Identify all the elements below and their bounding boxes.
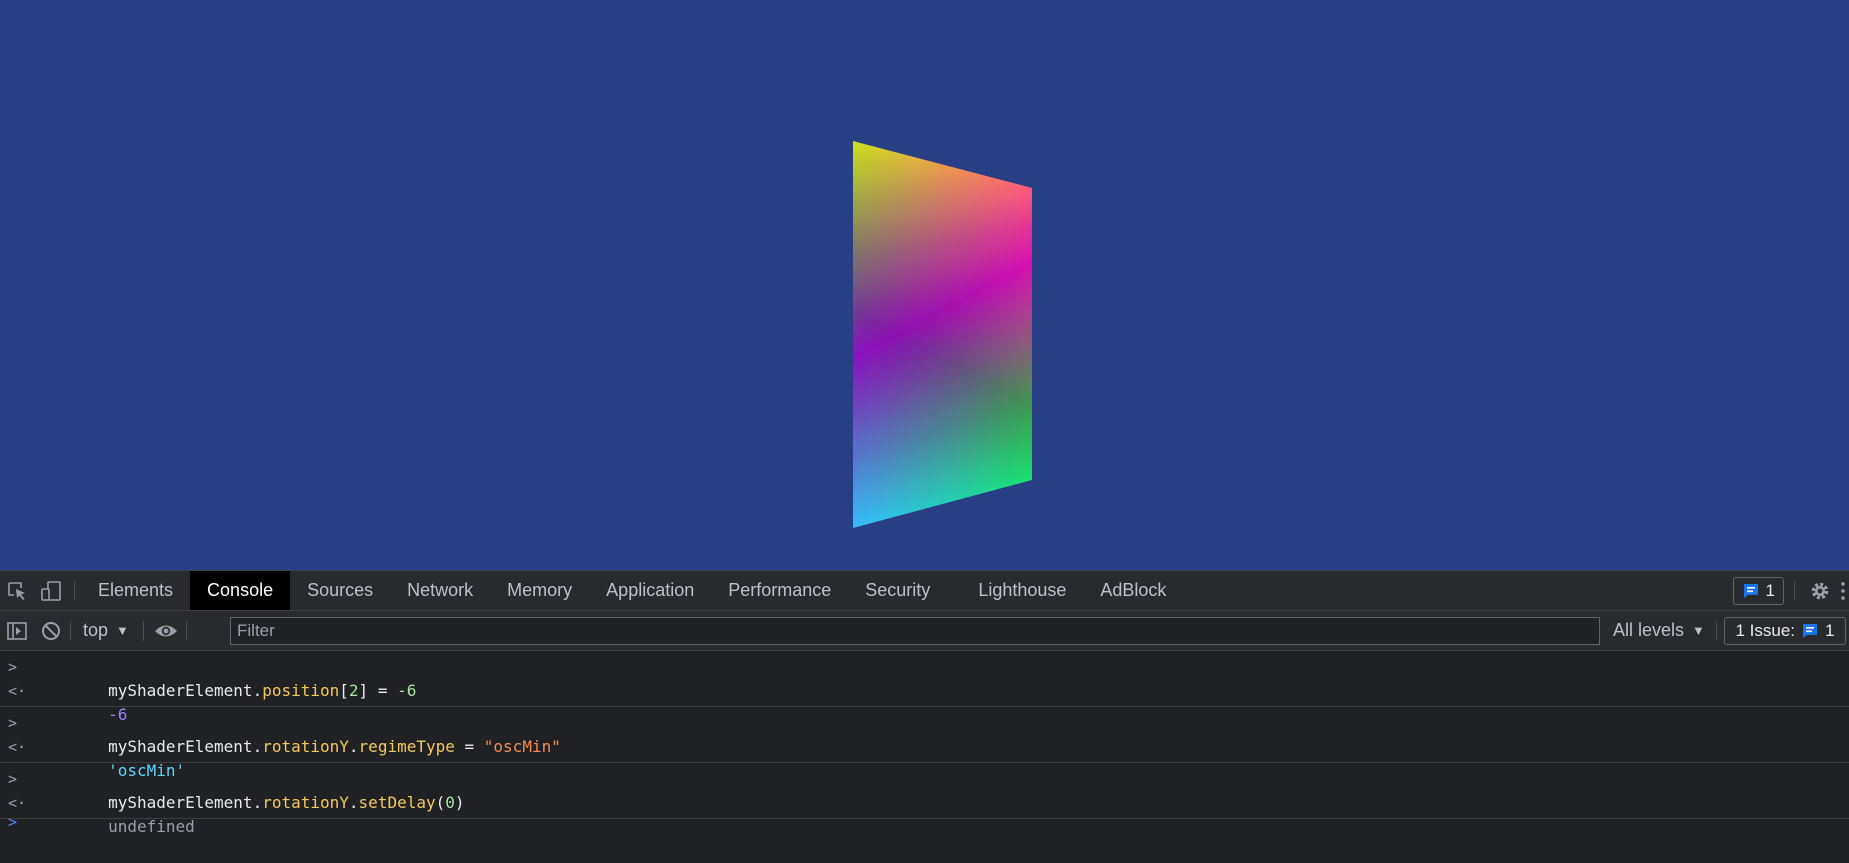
result-arrow-icon: <· bbox=[8, 794, 27, 812]
console-filter-input[interactable] bbox=[230, 617, 1600, 645]
clear-console-icon[interactable] bbox=[34, 611, 68, 650]
console-entry: > myShaderElement.rotationY.regimeType = … bbox=[0, 707, 1849, 780]
issues-counter-value: 1 bbox=[1765, 580, 1775, 600]
tab-network[interactable]: Network bbox=[390, 571, 490, 610]
toolbar-divider bbox=[1716, 621, 1717, 641]
issues-label: 1 Issue: bbox=[1735, 621, 1796, 640]
context-label: top bbox=[83, 620, 109, 640]
tab-adblock[interactable]: AdBlock bbox=[1083, 571, 1183, 610]
show-sidebar-icon[interactable] bbox=[0, 611, 34, 650]
console-messages[interactable]: > myShaderElement.position[2] = -6 <· -6 >… bbox=[0, 651, 1849, 836]
devtools-tabbar: Elements Console Sources Network Memory … bbox=[0, 571, 1849, 611]
context-selector[interactable]: top ▼ bbox=[73, 620, 139, 641]
devtools-panel: Elements Console Sources Network Memory … bbox=[0, 570, 1849, 844]
input-prompt-icon: > bbox=[8, 658, 18, 676]
console-input-line: > myShaderElement.rotationY.regimeType = … bbox=[0, 711, 1849, 756]
dropdown-arrow-icon: ▼ bbox=[1692, 623, 1705, 638]
shader-quad-overlay bbox=[853, 141, 1032, 528]
toolbar-divider bbox=[142, 620, 144, 641]
console-prompt[interactable]: > bbox=[0, 813, 1849, 833]
console-result-line: <· -6 bbox=[0, 679, 1849, 724]
webgl-canvas[interactable] bbox=[0, 0, 1849, 570]
input-prompt-icon: > bbox=[8, 714, 18, 732]
issues-counter-button[interactable]: 1 bbox=[1732, 576, 1784, 605]
toolbar-divider bbox=[185, 620, 187, 641]
input-prompt-icon: > bbox=[8, 770, 18, 788]
console-input-line: > myShaderElement.rotationY.setDelay(0) bbox=[0, 767, 1849, 812]
more-options-icon[interactable] bbox=[1835, 571, 1849, 610]
tab-security[interactable]: Security bbox=[848, 571, 947, 610]
tab-application[interactable]: Application bbox=[589, 571, 711, 610]
settings-gear-icon[interactable] bbox=[1805, 571, 1835, 610]
tab-performance[interactable]: Performance bbox=[711, 571, 848, 610]
live-expression-eye-icon[interactable] bbox=[148, 611, 184, 650]
prompt-caret-icon: > bbox=[8, 813, 18, 831]
result-arrow-icon: <· bbox=[8, 682, 27, 700]
inspect-element-icon[interactable] bbox=[0, 571, 34, 610]
console-toolbar: top ▼ All levels ▼ 1 Issue: 1 bbox=[0, 611, 1849, 651]
toolbar-divider bbox=[70, 620, 71, 641]
issue-icon bbox=[1743, 583, 1758, 598]
tabbar-right-group: 1 bbox=[1732, 571, 1849, 610]
result-arrow-icon: <· bbox=[8, 738, 27, 756]
console-entry: > myShaderElement.rotationY.setDelay(0) <… bbox=[0, 763, 1849, 836]
issue-icon bbox=[1803, 624, 1818, 638]
tab-lighthouse[interactable]: Lighthouse bbox=[961, 571, 1083, 610]
log-levels-label: All levels bbox=[1613, 620, 1685, 640]
console-result-line: <·'oscMin' bbox=[0, 735, 1849, 780]
canvas-scene bbox=[0, 0, 1849, 570]
issues-count: 1 bbox=[1825, 621, 1835, 640]
issues-button[interactable]: 1 Issue: 1 bbox=[1724, 617, 1846, 645]
toolbar-divider bbox=[1794, 580, 1795, 601]
dropdown-arrow-icon: ▼ bbox=[116, 623, 129, 638]
tab-sources[interactable]: Sources bbox=[290, 571, 390, 610]
log-levels-dropdown[interactable]: All levels ▼ bbox=[1613, 611, 1705, 650]
tab-elements[interactable]: Elements bbox=[81, 571, 190, 610]
console-result-line: <· undefined bbox=[0, 791, 1849, 836]
toolbar-divider bbox=[74, 581, 75, 600]
tab-memory[interactable]: Memory bbox=[490, 571, 589, 610]
console-entry: > myShaderElement.position[2] = -6 <· -6 bbox=[0, 651, 1849, 724]
device-toolbar-icon[interactable] bbox=[34, 571, 68, 610]
tab-console[interactable]: Console bbox=[190, 571, 291, 610]
console-input-line: > myShaderElement.position[2] = -6 bbox=[0, 655, 1849, 700]
